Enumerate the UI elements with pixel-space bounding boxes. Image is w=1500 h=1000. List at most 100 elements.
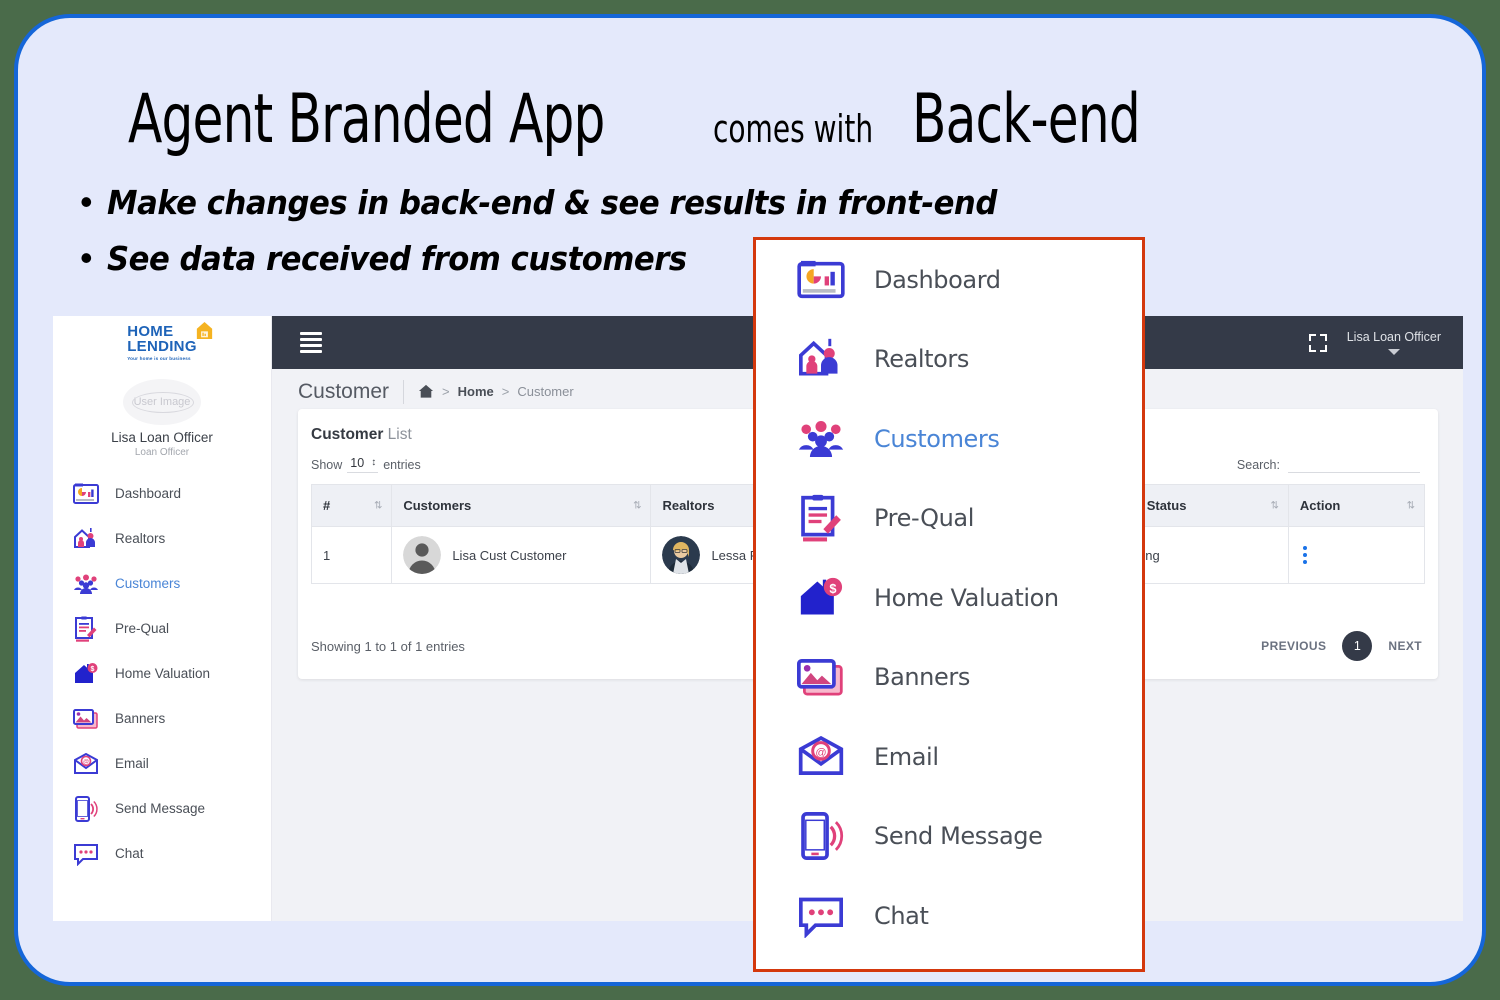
avatar: User Image [123,379,201,425]
overlay-item-label: Pre-Qual [874,504,974,533]
sidebar-user-role: Loan Officer [134,447,190,458]
svg-text:@: @ [83,759,89,765]
sidebar-item-realtors[interactable]: Realtors [53,516,271,561]
overlay-item-realtors[interactable]: Realtors [756,320,1142,400]
topbar-right-group: Lisa Loan Officer [1308,330,1441,355]
overlay-item-pre-qual[interactable]: Pre-Qual [756,479,1142,559]
kebab-menu-icon[interactable] [1302,546,1307,564]
cell-action [1287,526,1426,584]
svg-text:@: @ [815,747,826,759]
home-valuation-icon: $ [796,573,846,623]
slide-headline: Agent Branded App comes with Back-end [128,80,1190,159]
sidebar-item-banners[interactable]: Banners [53,696,271,741]
col-customers[interactable]: Customers ⇅ [391,484,652,527]
avatar [662,536,701,574]
chat-icon [796,891,846,941]
sidebar-item-label: Send Message [115,801,206,816]
breadcrumb-home[interactable]: Home [458,384,494,399]
page-length-select[interactable]: 10 ↕ [347,456,379,473]
page-1-button[interactable]: 1 [1342,631,1373,661]
breadcrumb-sep: > [442,384,450,399]
sidebar-item-home-valuation[interactable]: $ Home Valuation [53,651,271,696]
breadcrumb-current: Customer [517,384,574,399]
sidebar-item-dashboard[interactable]: Dashboard [53,471,271,516]
headline-part3: Back-end [912,80,1141,159]
overlay-item-customers[interactable]: Customers [756,399,1142,479]
topbar-user-menu[interactable]: Lisa Loan Officer [1347,330,1441,355]
brand-line2: LENDING [127,338,197,355]
fullscreen-icon[interactable] [1308,333,1327,352]
sort-icon: ⇅ [633,500,641,511]
overlay-item-dashboard[interactable]: Dashboard [756,240,1142,320]
overlay-item-home-valuation[interactable]: $ Home Valuation [756,558,1142,638]
sidebar-item-label: Realtors [115,531,166,546]
col-num[interactable]: # ⇅ [310,484,393,527]
overlay-item-label: Dashboard [874,265,1001,294]
hamburger-icon[interactable] [300,329,322,357]
sidebar-user-name: Lisa Loan Officer [111,430,213,445]
email-icon: @ [796,732,846,782]
sort-icon: ⇅ [1270,500,1279,511]
home-icon[interactable] [418,384,434,399]
cell-customer: Lisa Cust Customer [391,526,652,584]
page-length-value: 10 [350,456,365,470]
svg-text:$: $ [91,666,95,673]
topbar-username: Lisa Loan Officer [1346,330,1441,344]
sidebar-item-label: Chat [115,846,144,861]
sidebar-nav: Dashboard Realtors Customers Pre-Qual $ … [53,471,271,876]
previous-button[interactable]: PREVIOUS [1261,639,1326,653]
overlay-item-label: Chat [874,901,929,930]
col-action[interactable]: Action ⇅ [1287,484,1426,527]
sidebar-item-pre-qual[interactable]: Pre-Qual [53,606,271,651]
dashboard-icon [72,480,100,508]
sidebar-item-chat[interactable]: Chat [53,831,271,876]
prequal-icon [72,615,100,643]
chat-icon [72,840,100,868]
prequal-icon [796,493,846,543]
avatar [403,536,442,574]
send-message-icon [796,811,846,861]
bullet-dot-icon: • [80,181,93,222]
overlay-item-label: Send Message [874,822,1043,851]
cell-num: 1 [310,526,393,584]
entries-label: entries [383,457,421,472]
showing-entries-info: Showing 1 to 1 of 1 entries [311,638,465,654]
brand-logo[interactable]: HOME LENDING Your home is our business [53,316,271,367]
breadcrumb-sep: > [501,384,510,399]
house-icon [196,322,212,339]
sidebar-item-label: Home Valuation [115,666,211,681]
email-icon: @ [72,750,100,778]
sidebar-item-label: Customers [115,576,181,591]
overlay-menu-panel: Dashboard Realtors Customers Pre-Qual $ … [753,237,1145,972]
card-title-rest: List [383,426,412,443]
col-label: Realtors [662,498,715,513]
brand-tagline: Your home is our business [127,356,191,361]
overlay-item-email[interactable]: @ Email [756,717,1142,797]
overlay-item-label: Home Valuation [874,583,1059,612]
overlay-item-send-message[interactable]: Send Message [756,797,1142,877]
sidebar-item-send-message[interactable]: Send Message [53,786,271,831]
customers-icon [72,570,100,598]
chevron-down-icon [1387,349,1400,355]
next-button[interactable]: NEXT [1388,639,1422,653]
search-control: Search: [1237,456,1420,473]
dashboard-icon [796,255,846,305]
list-item: • Make changes in back-end & see results… [80,180,1130,226]
brand-line1: HOME [127,323,174,340]
search-input[interactable] [1288,456,1420,473]
banners-icon [72,705,100,733]
overlay-item-label: Customers [874,424,1000,453]
col-label: Action [1299,498,1341,513]
overlay-item-chat[interactable]: Chat [756,876,1142,956]
page-title: Customer [298,379,390,403]
sidebar-item-email[interactable]: @ Email [53,741,271,786]
home-valuation-icon: $ [72,660,100,688]
realtors-icon [72,525,100,553]
card-title-bold: Customer [311,426,384,443]
customer-name: Lisa Cust Customer [452,547,567,563]
overlay-item-banners[interactable]: Banners [756,638,1142,718]
headline-part1: Agent Branded App [128,80,605,159]
sidebar-item-customers[interactable]: Customers [53,561,271,606]
col-label: # [323,498,331,513]
send-message-icon [72,795,100,823]
